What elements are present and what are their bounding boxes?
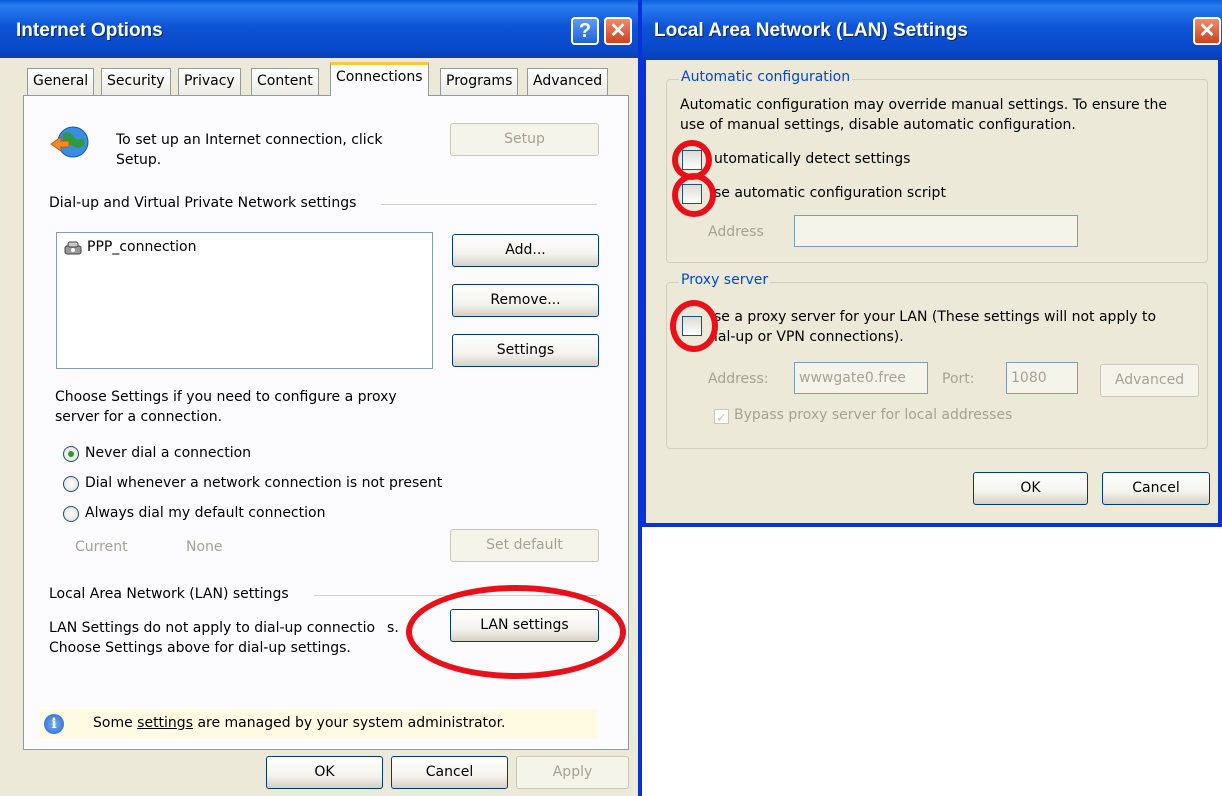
bypass-local-checkbox[interactable]: ✓ [714, 409, 729, 426]
setup-button[interactable]: Setup [450, 123, 599, 156]
port-label: Port: [942, 371, 975, 387]
add-button[interactable]: Add... [452, 234, 599, 267]
auto-detect-label[interactable]: utomatically detect settings [714, 151, 910, 167]
close-button[interactable]: ✕ [1193, 17, 1221, 45]
radio-always-dial[interactable] [63, 506, 79, 522]
setup-text-line-2: Setup. [116, 152, 162, 168]
current-value: None [186, 539, 223, 555]
tab-privacy[interactable]: Privacy [178, 68, 241, 95]
tab-programs[interactable]: Programs [440, 68, 519, 95]
phone-connection-icon [63, 240, 83, 256]
current-label: Current [75, 539, 128, 555]
proxy-address-field[interactable]: wwwgate0.free [794, 362, 928, 394]
window-title: Internet Options [16, 20, 163, 41]
radio-dial-when-absent[interactable] [63, 476, 79, 492]
lan-settings-highlight-ring [406, 585, 626, 679]
radio-always-dial-label[interactable]: Always dial my default connection [85, 505, 325, 521]
admin-notice-text: Some settings are managed by your system… [93, 715, 506, 731]
bypass-local-label[interactable]: Bypass proxy server for local addresses [734, 407, 1012, 423]
dialup-section-divider [381, 204, 597, 205]
lan-section-title: Local Area Network (LAN) settings [49, 586, 289, 602]
info-icon: i [44, 714, 64, 734]
port-field[interactable]: 1080 [1006, 362, 1078, 394]
title-bar[interactable]: Local Area Network (LAN) Settings ✕ [642, 0, 1222, 60]
admin-notice-post: are managed by your system administrator… [193, 715, 506, 731]
set-default-button[interactable]: Set default [450, 529, 599, 562]
radio-dial-when-absent-label[interactable]: Dial whenever a network connection is no… [85, 475, 442, 491]
apply-button[interactable]: Apply [516, 756, 629, 789]
settings-button[interactable]: Settings [452, 334, 599, 367]
script-address-field[interactable] [794, 215, 1078, 247]
auto-config-text-line-2: use of manual settings, disable automati… [680, 117, 1076, 133]
use-proxy-label-line-2[interactable]: ial-up or VPN connections). [714, 329, 904, 345]
connections-list[interactable]: PPP_connection [56, 232, 433, 369]
admin-notice-pre: Some [93, 715, 138, 731]
proxy-server-group-title: Proxy server [679, 272, 771, 288]
radio-never-dial-label[interactable]: Never dial a connection [85, 445, 251, 461]
ok-button[interactable]: OK [266, 756, 383, 789]
cancel-button[interactable]: Cancel [1102, 472, 1210, 505]
connection-name: PPP_connection [87, 239, 197, 255]
settings-link[interactable]: settings [137, 715, 193, 731]
ok-button[interactable]: OK [973, 472, 1088, 505]
title-bar[interactable]: Internet Options ? ✕ [0, 0, 638, 58]
tab-security[interactable]: Security [101, 68, 171, 95]
use-proxy-label-line-1[interactable]: se a proxy server for your LAN (These se… [714, 309, 1156, 325]
advanced-button[interactable]: Advanced [1100, 364, 1199, 397]
lan-text-line-1-main: LAN Settings do not apply to dial-up con… [49, 620, 376, 636]
admin-notice: i Some settings are managed by your syst… [40, 709, 597, 739]
automatic-configuration-group-title: Automatic configuration [679, 69, 853, 85]
dialup-section-title: Dial-up and Virtual Private Network sett… [49, 195, 357, 211]
proxy-hint-line-2: server for a connection. [55, 409, 223, 425]
remove-button[interactable]: Remove... [452, 284, 599, 317]
window-title: Local Area Network (LAN) Settings [654, 20, 968, 41]
lan-settings-window: Local Area Network (LAN) Settings ✕ Auto… [642, 0, 1222, 527]
proxy-hint-line-1: Choose Settings if you need to configure… [55, 389, 397, 405]
network-globe-icon [49, 124, 91, 162]
auto-script-label[interactable]: se automatic configuration script [714, 185, 946, 201]
proxy-address-label: Address: [708, 371, 769, 387]
tab-connections[interactable]: Connections [330, 62, 429, 96]
internet-options-window: Internet Options ? ✕ General Security Pr… [0, 0, 642, 796]
radio-never-dial[interactable] [63, 446, 79, 462]
tab-general[interactable]: General [27, 68, 95, 95]
close-button[interactable]: ✕ [604, 17, 632, 45]
cancel-button[interactable]: Cancel [391, 756, 508, 789]
tab-advanced[interactable]: Advanced [527, 68, 609, 95]
auto-config-text-line-1: Automatic configuration may override man… [680, 97, 1168, 113]
script-address-label: Address [708, 224, 764, 240]
use-proxy-highlight-ring [670, 300, 718, 352]
lan-text-line-1-tail: s. [387, 620, 399, 636]
auto-script-highlight-ring [672, 173, 716, 217]
lan-text-line-2: Choose Settings above for dial-up settin… [49, 640, 351, 656]
lan-text-line-1: LAN Settings do not apply to dial-up con… [49, 620, 399, 636]
setup-text-line-1: To set up an Internet connection, click [116, 132, 383, 148]
help-button[interactable]: ? [571, 17, 599, 45]
tab-content[interactable]: Content [251, 68, 319, 95]
